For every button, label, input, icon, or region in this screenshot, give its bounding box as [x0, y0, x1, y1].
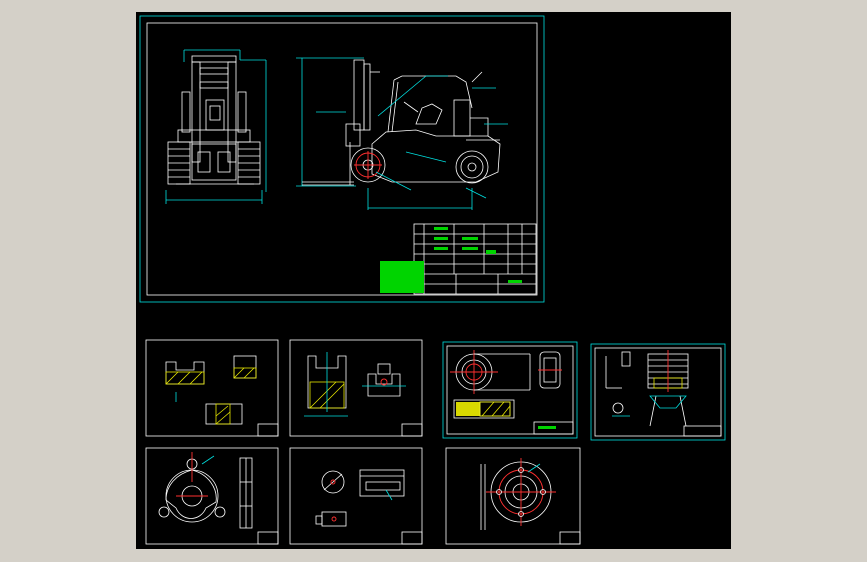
forklift-side-view — [296, 57, 508, 210]
cad-drawing — [139, 15, 726, 545]
sheet-part-2[interactable] — [289, 339, 423, 437]
sheet-part-6[interactable] — [289, 447, 423, 545]
cad-model-space[interactable] — [136, 12, 731, 549]
title-block — [380, 223, 537, 295]
sheet-part-5[interactable] — [145, 447, 279, 545]
sheet-part-4[interactable] — [590, 343, 726, 441]
forklift-front-view — [165, 49, 267, 204]
sheet-part-1[interactable] — [145, 339, 279, 437]
sheet-part-3[interactable] — [442, 341, 578, 439]
sheet-forklift-assembly[interactable] — [139, 15, 545, 303]
sheet-part-7[interactable] — [445, 447, 581, 545]
